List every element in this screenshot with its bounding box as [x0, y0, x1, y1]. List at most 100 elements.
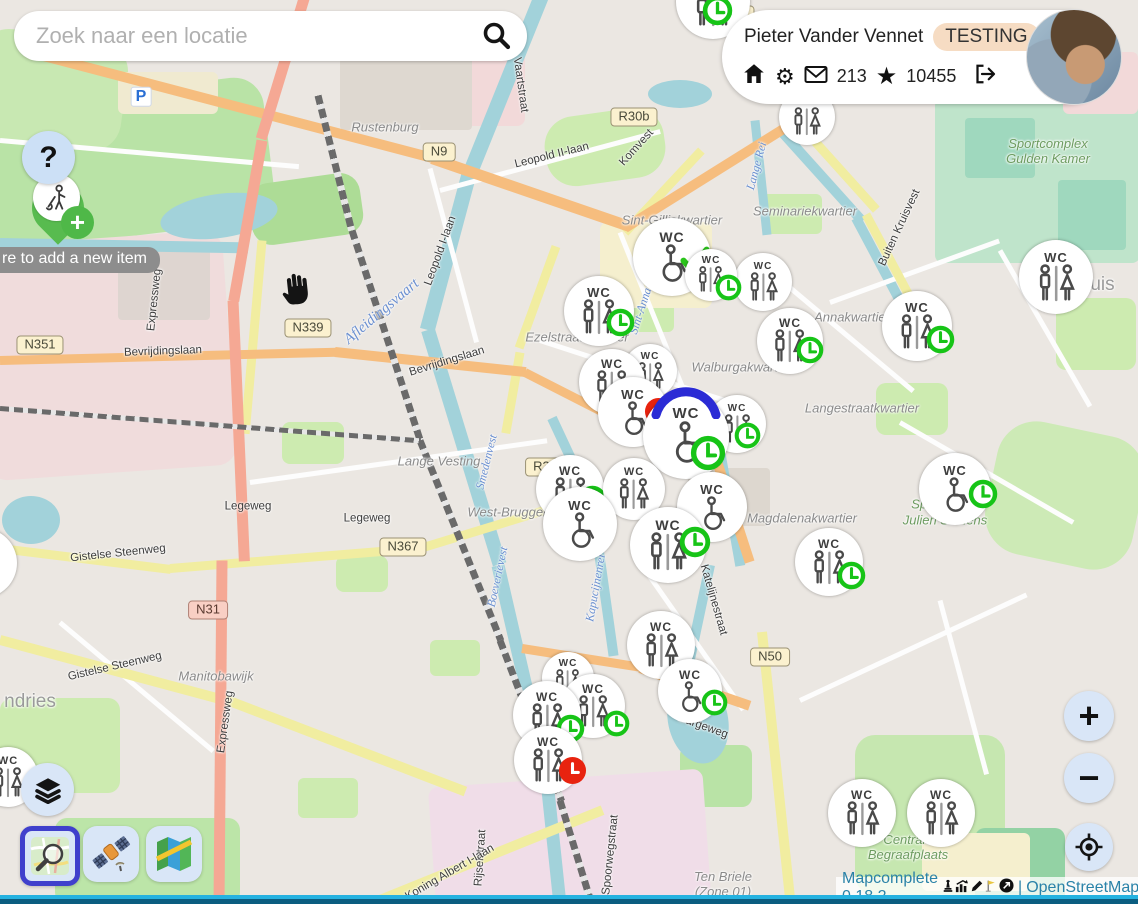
wc-marker[interactable]: WC [828, 779, 896, 847]
add-plus-button[interactable]: + [61, 206, 94, 239]
map-style-osm-button[interactable] [20, 826, 80, 886]
map-area [978, 414, 1138, 577]
user-name: Pieter Vander Vennet [744, 26, 923, 48]
man-woman-pictogram [790, 107, 824, 137]
mapcomplete-app: Brugge- Sint-PietersRustenburgVaartstraa… [0, 0, 1138, 904]
map-area [762, 194, 822, 234]
marker-pictogram [0, 551, 3, 588]
search-input[interactable] [14, 23, 481, 49]
star-icon[interactable]: ★ [876, 62, 898, 91]
wc-marker[interactable]: WC [543, 487, 617, 561]
map-road [757, 631, 796, 904]
wc-marker[interactable]: WC [1019, 240, 1093, 314]
wc-marker-label: WC [818, 538, 840, 550]
map[interactable]: Brugge- Sint-PietersRustenburgVaartstraa… [0, 0, 1138, 904]
user-avatar[interactable] [1026, 9, 1122, 105]
marker-pictogram [559, 512, 602, 550]
wc-marker[interactable]: WC [734, 253, 792, 311]
map-area [340, 58, 472, 130]
map-style-satellite-button[interactable] [83, 826, 139, 882]
wc-marker-label: WC [582, 683, 604, 695]
open-badge [606, 308, 635, 337]
wc-marker-label: WC [679, 669, 701, 681]
map-road [501, 351, 524, 433]
stars-count: 10455 [906, 66, 956, 87]
geolocate-button[interactable] [1065, 823, 1113, 871]
wc-marker[interactable]: WC [907, 779, 975, 847]
open-badge [702, 0, 733, 26]
wc-marker-label: WC [587, 286, 611, 299]
map-area [965, 118, 1035, 178]
osm-magnifier-icon [29, 835, 71, 877]
plus-icon: + [1078, 695, 1099, 737]
wc-marker-label: WC [568, 499, 592, 512]
man-woman-pictogram [0, 551, 3, 588]
map-road [515, 244, 560, 349]
wc-marker-label: WC [700, 483, 724, 496]
wc-marker-label: WC [621, 388, 645, 401]
open-badge [796, 336, 824, 364]
map-area [298, 778, 358, 818]
open-badge [968, 479, 998, 509]
marker-pictogram [746, 272, 781, 303]
marker-pictogram [842, 801, 883, 837]
home-icon[interactable] [742, 62, 766, 91]
selected-marker-arc [649, 373, 723, 424]
wc-marker-label: WC [559, 465, 581, 477]
crosshair-icon [1074, 832, 1104, 862]
map-road [593, 544, 618, 656]
wc-marker-label: WC [779, 317, 801, 329]
help-button[interactable]: ? [22, 131, 75, 184]
wc-marker-label: WC [930, 789, 952, 801]
man-woman-pictogram [921, 801, 962, 837]
man-woman-pictogram [746, 272, 781, 303]
man-woman-pictogram [615, 478, 652, 511]
map-area [2, 496, 60, 544]
wc-marker-label: WC [943, 464, 967, 477]
open-badge [701, 689, 728, 716]
open-badge [734, 422, 761, 449]
wc-marker-label: WC [536, 691, 558, 703]
open-badge [679, 526, 711, 558]
open-badge [926, 325, 955, 354]
wc-marker-label: WC [754, 262, 773, 272]
wc-marker-label: WC [559, 659, 578, 669]
map-area [648, 80, 712, 108]
logout-icon[interactable] [973, 62, 997, 91]
search-icon[interactable] [481, 20, 513, 52]
wc-marker-label: WC [650, 621, 672, 633]
help-label: ? [39, 141, 57, 175]
open-badge [690, 435, 726, 471]
map-road [799, 592, 1028, 702]
wc-marker-label: WC [728, 404, 747, 414]
map-label: N339 [284, 319, 331, 338]
wc-marker-label: WC [905, 301, 929, 314]
zoom-out-button[interactable]: − [1064, 753, 1114, 803]
satellite-icon [90, 833, 132, 875]
messages-count: 213 [837, 66, 867, 87]
wc-marker-label: WC [1044, 251, 1068, 264]
marker-pictogram [790, 107, 824, 137]
map-style-classic-button[interactable] [146, 826, 202, 882]
wc-marker-label: WC [702, 256, 721, 266]
zoom-in-button[interactable]: + [1064, 691, 1114, 741]
marker-pictogram [1034, 264, 1078, 303]
map-road [0, 635, 233, 707]
closed-badge [558, 756, 587, 785]
map-road [0, 544, 171, 574]
open-badge [837, 561, 866, 590]
folded-map-icon [153, 833, 195, 875]
mail-icon[interactable] [804, 65, 828, 89]
wc-marker-label: WC [655, 518, 680, 532]
map-label: Legeweg [225, 500, 272, 513]
open-badge [603, 710, 630, 737]
gear-icon[interactable]: ⚙ [775, 64, 795, 90]
map-road [349, 229, 424, 441]
map-label: Legeweg [344, 512, 391, 525]
map-area [430, 640, 480, 676]
layers-icon [34, 776, 62, 804]
wheelchair-pictogram [559, 512, 602, 550]
wc-marker-label: WC [641, 352, 660, 362]
marker-pictogram [921, 801, 962, 837]
layers-button[interactable] [21, 763, 74, 816]
